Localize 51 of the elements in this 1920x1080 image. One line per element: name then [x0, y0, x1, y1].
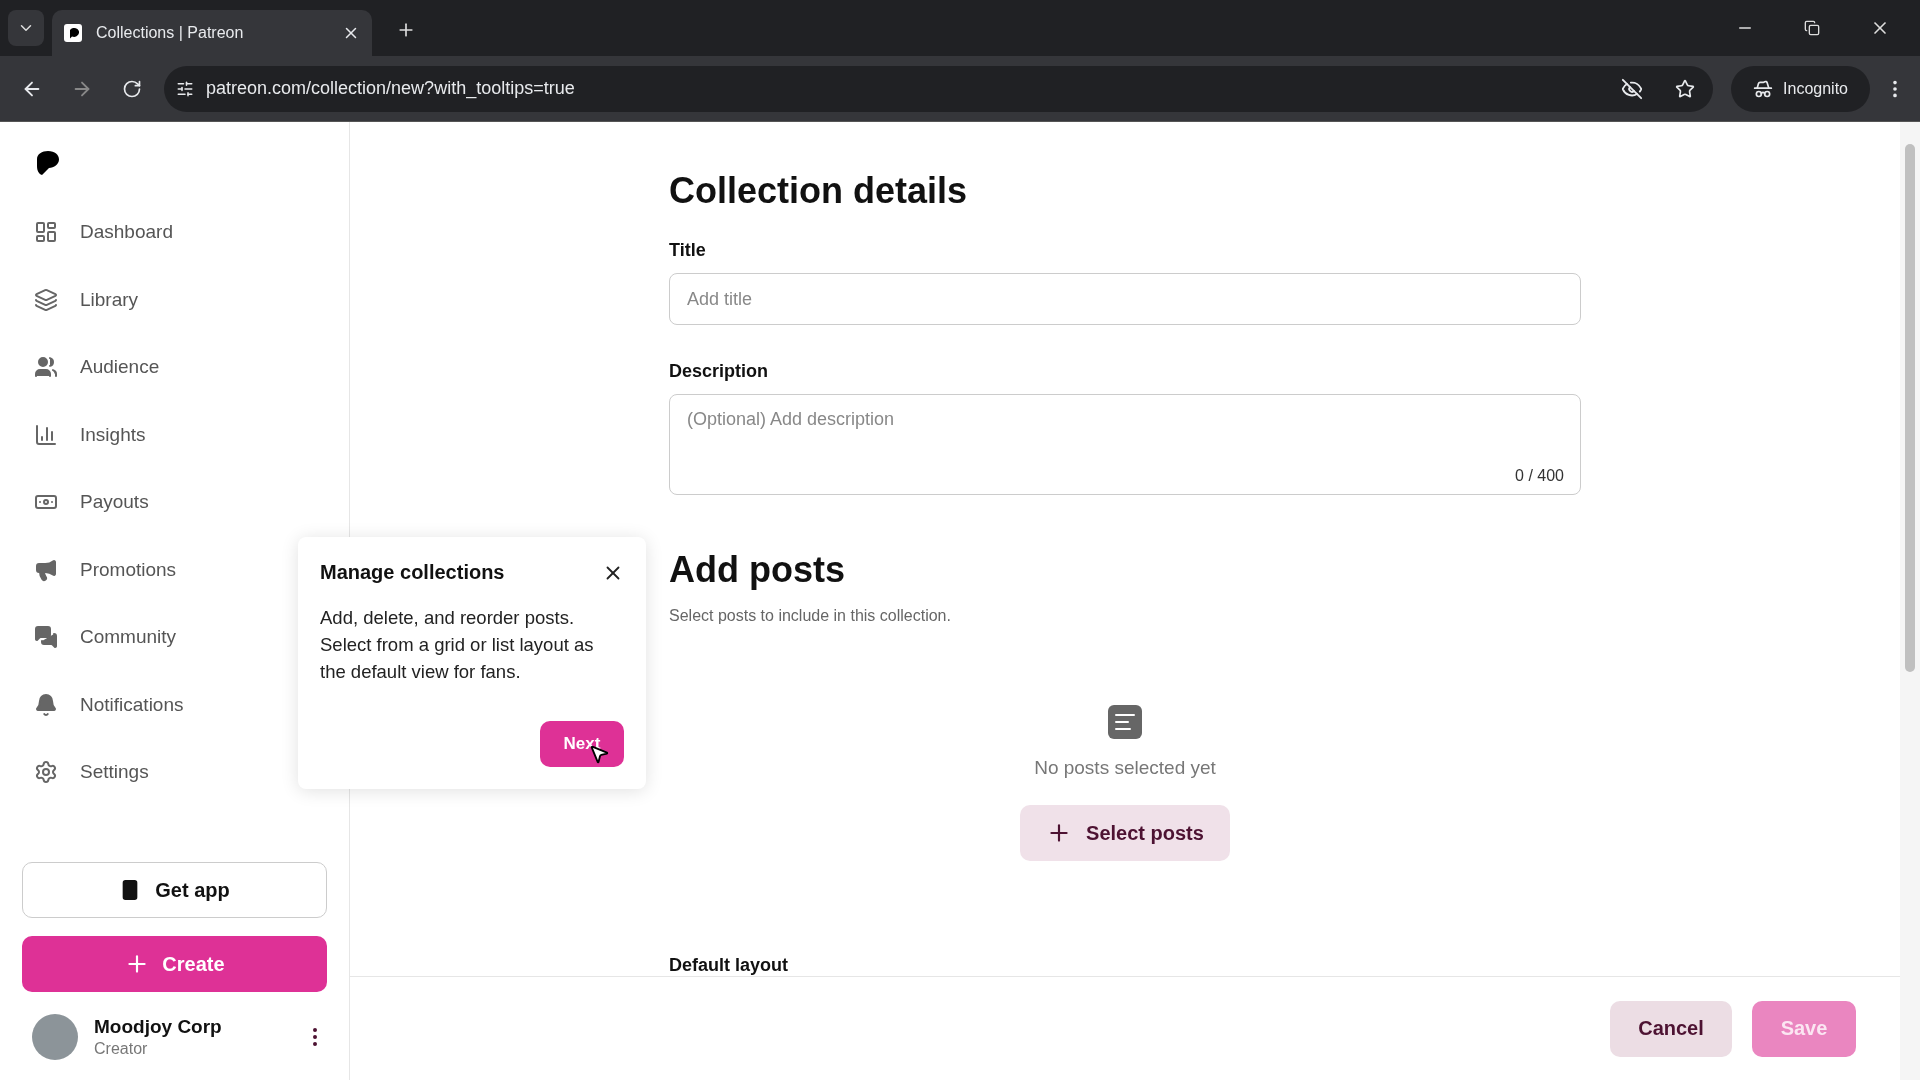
- sidebar-item[interactable]: Audience: [22, 343, 172, 391]
- reload-icon: [122, 78, 142, 99]
- bar-chart-icon: [34, 422, 58, 447]
- empty-state-text: No posts selected yet: [1034, 757, 1216, 779]
- sidebar-item[interactable]: Notifications: [22, 680, 196, 729]
- default-layout-label: Default layout: [669, 955, 789, 976]
- description-label: Description: [669, 361, 770, 383]
- tooltip-text: Add, delete, and reorder posts. Select from a grid or list layout as the default view for fans.: [320, 606, 595, 684]
- restore-icon[interactable]: [1804, 20, 1820, 36]
- sidebar-item[interactable]: Settings: [22, 748, 161, 796]
- star-icon[interactable]: [1675, 78, 1696, 99]
- sidebar-item[interactable]: Insights: [22, 410, 158, 459]
- megaphone-icon: [34, 557, 58, 582]
- incognito-badge[interactable]: Incognito: [1731, 65, 1870, 112]
- eye-off-icon[interactable]: [1621, 77, 1644, 100]
- sidebar-item[interactable]: Library: [22, 275, 151, 324]
- users-icon: [34, 355, 58, 379]
- tab-title: Collections | Patreon: [96, 24, 245, 42]
- tab-list-button[interactable]: [8, 10, 44, 46]
- chat-bubbles-icon: [34, 625, 58, 649]
- dashboard-icon: [34, 220, 58, 244]
- tooltip-title: Manage collections: [320, 561, 505, 584]
- sidebar-item[interactable]: Payouts: [22, 478, 161, 526]
- section-heading: Add posts: [669, 549, 846, 591]
- user-role: Creator: [94, 1040, 149, 1058]
- title-input[interactable]: Add title: [669, 273, 1581, 326]
- create-button[interactable]: Create: [22, 936, 327, 992]
- scrollbar[interactable]: [1900, 122, 1920, 1080]
- layers-icon: [34, 287, 58, 312]
- document-icon: [1108, 705, 1142, 739]
- incognito-icon: [1753, 78, 1774, 99]
- next-button[interactable]: Next: [540, 721, 624, 767]
- section-subtitle: Select posts to include in this collection.: [669, 607, 952, 625]
- title-label: Title: [669, 240, 707, 261]
- patreon-logo-icon: [64, 24, 82, 42]
- site-settings-icon[interactable]: [176, 79, 194, 98]
- select-posts-button[interactable]: Select posts: [1020, 805, 1230, 861]
- address-bar[interactable]: patreon.com/collection/new?with_tooltips=true: [164, 65, 1714, 112]
- get-app-button[interactable]: Get app: [22, 862, 327, 918]
- patreon-logo-icon[interactable]: [36, 150, 60, 176]
- page-heading: Collection details: [669, 170, 969, 212]
- bell-icon: [34, 692, 58, 717]
- settings-icon: [34, 760, 58, 784]
- browser-tab[interactable]: Collections | Patreon: [52, 10, 372, 56]
- sidebar-item[interactable]: Dashboard: [22, 208, 185, 256]
- sidebar-item[interactable]: Promotions: [22, 545, 189, 594]
- cancel-button[interactable]: Cancel: [1610, 1000, 1732, 1057]
- character-count: 0 / 400: [1515, 467, 1564, 485]
- user-name: Moodjoy Corp: [94, 1016, 223, 1038]
- sidebar-item[interactable]: Community: [22, 613, 189, 661]
- avatar[interactable]: [32, 1014, 78, 1060]
